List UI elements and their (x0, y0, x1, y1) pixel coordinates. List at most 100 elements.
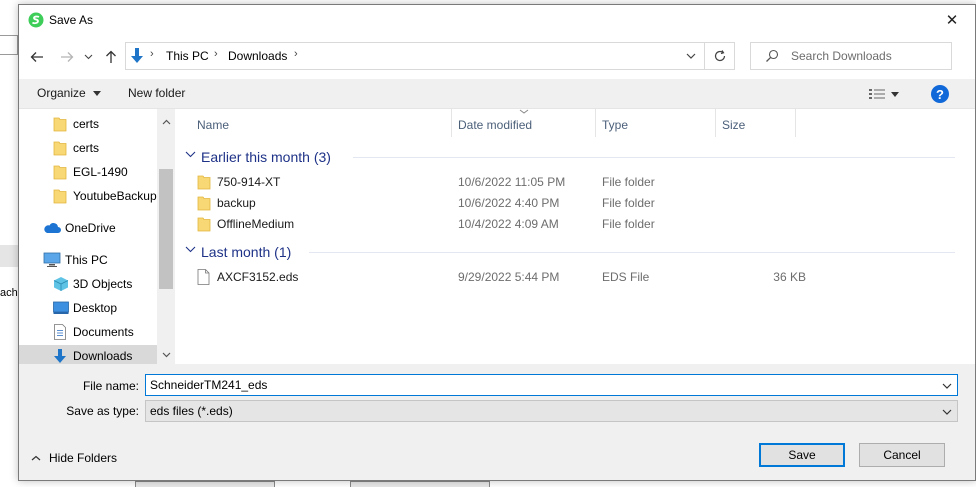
file-name: backup (217, 196, 256, 210)
folder-icon (197, 174, 211, 193)
new-folder-button[interactable]: New folder (128, 86, 185, 100)
savetype-dropdown-button[interactable] (939, 404, 955, 420)
chevron-down-icon (84, 54, 92, 60)
column-divider[interactable] (451, 109, 452, 137)
file-list: Name Date modified Type Size Earlier thi… (175, 109, 975, 364)
cancel-button[interactable]: Cancel (859, 443, 945, 467)
chevron-up-icon (162, 119, 170, 125)
help-button[interactable]: ? (931, 85, 949, 103)
navigation-pane: certs certs EGL-1490 YoutubeBackup OneDr… (19, 109, 175, 364)
dropdown-triangle-icon (891, 91, 899, 97)
sidebar-item-label: OneDrive (65, 221, 116, 235)
sidebar-item-downloads[interactable]: Downloads (19, 345, 157, 364)
scroll-up-button[interactable] (157, 113, 175, 131)
hide-folders-button[interactable]: Hide Folders (31, 451, 117, 465)
sidebar-item-label: 3D Objects (73, 277, 133, 291)
hide-folders-label: Hide Folders (49, 451, 118, 465)
sidebar-item-label: Downloads (73, 349, 133, 363)
sidebar-item-this-pc[interactable]: This PC (19, 249, 157, 271)
sidebar-item-youtubebackup[interactable]: YoutubeBackup (19, 185, 157, 207)
navigation-scrollbar[interactable] (157, 109, 175, 364)
group-divider (353, 157, 955, 158)
dialog-title: Save As (49, 13, 94, 27)
filename-dropdown-button[interactable] (939, 378, 955, 394)
file-date: 10/6/2022 4:40 PM (458, 196, 560, 210)
cloud-icon (43, 222, 61, 234)
organize-button[interactable]: Organize (37, 86, 102, 100)
file-row[interactable]: OfflineMedium 10/4/2022 4:09 AM File fol… (193, 214, 813, 235)
desktop-icon (53, 301, 69, 315)
search-box[interactable] (750, 42, 952, 70)
sidebar-item-label: EGL-1490 (73, 165, 128, 179)
savetype-select[interactable]: eds files (*.eds) (145, 400, 958, 422)
chevron-up-icon (31, 455, 41, 461)
address-bar[interactable]: › This PC › Downloads › (125, 42, 705, 70)
close-icon: ✕ (945, 12, 959, 29)
address-dropdown-button[interactable] (678, 43, 704, 69)
sidebar-item-certs[interactable]: certs (19, 113, 157, 135)
scroll-down-button[interactable] (157, 346, 175, 364)
refresh-icon (714, 50, 725, 62)
back-button[interactable] (27, 47, 47, 67)
up-button[interactable] (101, 47, 121, 67)
group-title: Earlier this month (3) (201, 149, 331, 165)
folder-icon (53, 140, 67, 156)
breadcrumb-this-pc[interactable]: This PC (166, 49, 209, 63)
file-name: 750-914-XT (217, 175, 281, 189)
file-date: 9/29/2022 5:44 PM (458, 270, 560, 284)
navigation-bar: › This PC › Downloads › (19, 35, 975, 79)
forward-arrow-icon (61, 52, 74, 62)
dropdown-triangle-icon (93, 91, 102, 97)
column-divider[interactable] (595, 109, 596, 137)
sidebar-item-3d-objects[interactable]: 3D Objects (19, 273, 157, 295)
command-bar: Organize New folder ? (19, 79, 975, 109)
close-button[interactable]: ✕ (929, 5, 975, 35)
file-row[interactable]: backup 10/6/2022 4:40 PM File folder (193, 193, 813, 214)
chevron-down-icon (942, 409, 952, 415)
save-form: File name: SchneiderTM241_eds Save as ty… (19, 364, 975, 424)
group-header[interactable]: Earlier this month (3) (185, 146, 955, 168)
search-input[interactable] (791, 47, 941, 65)
group-divider (309, 252, 955, 253)
chevron-down-icon (185, 151, 196, 158)
computer-icon (43, 252, 61, 268)
sidebar-item-documents[interactable]: Documents (19, 321, 157, 343)
sidebar-item-label: certs (73, 117, 100, 131)
change-view-button[interactable] (869, 85, 905, 103)
column-header-type[interactable]: Type (602, 118, 628, 132)
folder-icon (53, 164, 67, 180)
group-header[interactable]: Last month (1) (185, 241, 955, 263)
column-header-name[interactable]: Name (197, 118, 229, 132)
background-text: achi (0, 287, 18, 299)
file-row[interactable]: 750-914-XT 10/6/2022 11:05 PM File folde… (193, 172, 813, 193)
organize-label: Organize (37, 86, 86, 100)
filename-value: SchneiderTM241_eds (150, 378, 268, 392)
folder-icon (197, 195, 211, 214)
column-divider[interactable] (795, 109, 796, 137)
column-header-size[interactable]: Size (722, 118, 745, 132)
file-type: File folder (602, 217, 655, 231)
column-divider[interactable] (715, 109, 716, 137)
title-bar: Save As ✕ (19, 5, 975, 35)
chevron-down-icon (185, 246, 196, 253)
folder-icon (197, 216, 211, 235)
group-title: Last month (1) (201, 244, 292, 260)
file-row[interactable]: AXCF3152.eds 9/29/2022 5:44 PM EDS File … (193, 267, 813, 288)
sidebar-item-onedrive[interactable]: OneDrive (19, 217, 157, 239)
filename-input[interactable]: SchneiderTM241_eds (145, 374, 958, 396)
refresh-button[interactable] (705, 42, 735, 70)
forward-button[interactable] (57, 47, 77, 67)
breadcrumb-downloads[interactable]: Downloads (228, 49, 287, 63)
save-button[interactable]: Save (759, 443, 845, 467)
column-header-date[interactable]: Date modified (458, 118, 532, 132)
sidebar-item-egl-1490[interactable]: EGL-1490 (19, 161, 157, 183)
file-type: File folder (602, 196, 655, 210)
file-date: 10/6/2022 11:05 PM (458, 175, 566, 189)
download-icon (129, 47, 145, 68)
scroll-thumb[interactable] (159, 169, 173, 289)
sidebar-item-desktop[interactable]: Desktop (19, 297, 157, 319)
breadcrumb-separator-icon: › (214, 48, 218, 60)
sidebar-item-certs-2[interactable]: certs (19, 137, 157, 159)
recent-locations-button[interactable] (81, 47, 95, 67)
download-icon (52, 348, 68, 364)
